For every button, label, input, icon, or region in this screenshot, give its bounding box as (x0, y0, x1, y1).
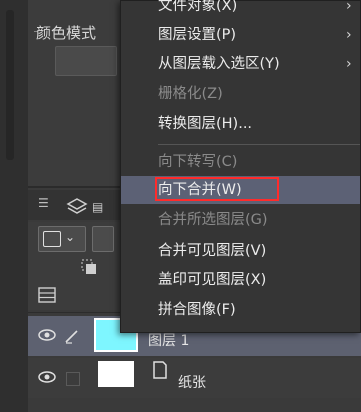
menu-item-label: 图层设置(P) (158, 27, 237, 43)
menu-item-label: 合并所选图层(G) (158, 212, 268, 228)
color-mode-select[interactable] (55, 46, 117, 76)
secondary-tab-icon[interactable]: ▤ (92, 200, 103, 214)
menu-item-label: 盖印可见图层(X) (158, 272, 267, 288)
eye-icon[interactable] (38, 370, 56, 384)
layer-list-icon[interactable] (38, 287, 56, 303)
submenu-arrow-icon: › (346, 0, 352, 14)
menu-item-merge-selected[interactable]: 合并所选图层(G) (121, 206, 360, 234)
chevron-down-icon: ⌄ (65, 230, 76, 244)
panel-menu-icon[interactable]: ☰ (38, 196, 49, 210)
layer-row-paper[interactable]: 纸张 (28, 358, 361, 398)
menu-item-convert-layer[interactable]: 转换图层(H)... (121, 110, 360, 138)
pencil-icon[interactable] (64, 328, 80, 344)
menu-item-label: 文件对象(X) (158, 0, 238, 14)
layer-name: 纸张 (178, 375, 206, 391)
menu-item-label: 栅格化(Z) (158, 86, 223, 102)
menu-item-flatten-image[interactable]: 拼合图像(F) (121, 296, 360, 324)
layer-thumbnail (98, 361, 134, 387)
clip-layer-icon[interactable] (80, 258, 98, 276)
submenu-arrow-icon: › (346, 56, 352, 72)
blend-mode-select[interactable]: ⌄ (38, 226, 86, 252)
eye-icon[interactable] (38, 328, 56, 342)
menu-item-label: 向下转写(C) (158, 154, 238, 170)
menu-item-label: 向下合并(W) (158, 182, 242, 198)
menu-item-label: 转换图层(H)... (158, 116, 253, 132)
opacity-select[interactable] (92, 226, 114, 252)
paper-icon (153, 361, 167, 379)
layer-context-menu: 文件对象(X) › 图层设置(P) › 从图层载入选区(Y) › 栅格化(Z) … (120, 0, 361, 333)
menu-separator (158, 144, 360, 145)
left-scrollbar[interactable] (6, 10, 14, 160)
menu-item-label: 从图层载入选区(Y) (158, 56, 280, 72)
menu-item-selection-from-layer[interactable]: 从图层载入选区(Y) › (121, 50, 360, 78)
menu-item-layer-settings[interactable]: 图层设置(P) › (121, 21, 360, 49)
menu-item-rasterize[interactable]: 栅格化(Z) (121, 80, 360, 108)
menu-item-merge-visible[interactable]: 合并可见图层(V) (121, 237, 360, 265)
menu-item-label: 合并可见图层(V) (158, 243, 267, 259)
lock-checkbox[interactable] (66, 372, 80, 386)
menu-item-transfer-down[interactable]: 向下转写(C) (121, 148, 360, 176)
menu-item-merge-down[interactable]: 向下合并(W) (121, 176, 360, 204)
left-sidebar (0, 0, 28, 412)
menu-item-file-object[interactable]: 文件对象(X) › (121, 0, 360, 20)
menu-item-stamp-visible[interactable]: 盖印可见图层(X) (121, 266, 360, 294)
layer-name: 图层 1 (148, 333, 190, 349)
menu-item-label: 拼合图像(F) (158, 302, 236, 318)
color-mode-label: 颜色模式 (36, 24, 97, 42)
layers-tab-icon[interactable] (66, 196, 88, 218)
blend-swatch-icon (43, 231, 61, 247)
submenu-arrow-icon: › (346, 27, 352, 43)
